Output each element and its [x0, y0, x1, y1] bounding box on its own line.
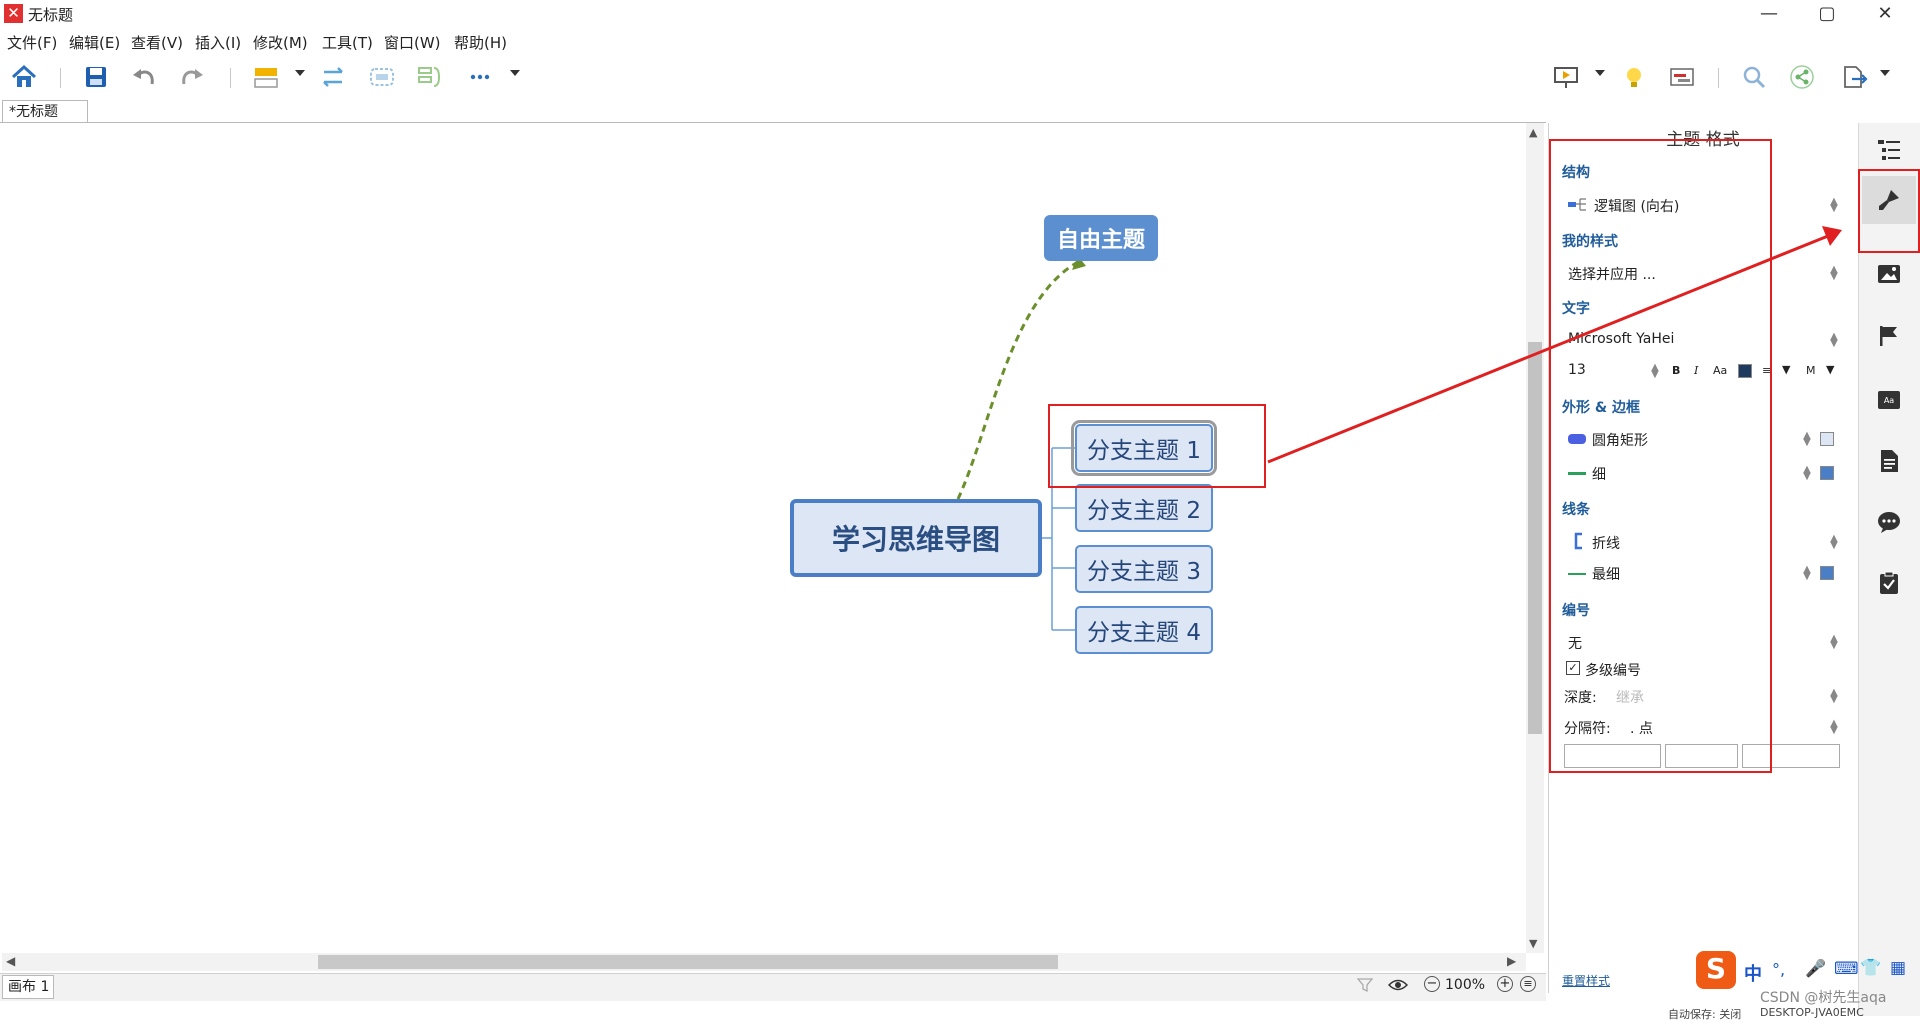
annotation-arrow — [1267, 226, 1842, 464]
